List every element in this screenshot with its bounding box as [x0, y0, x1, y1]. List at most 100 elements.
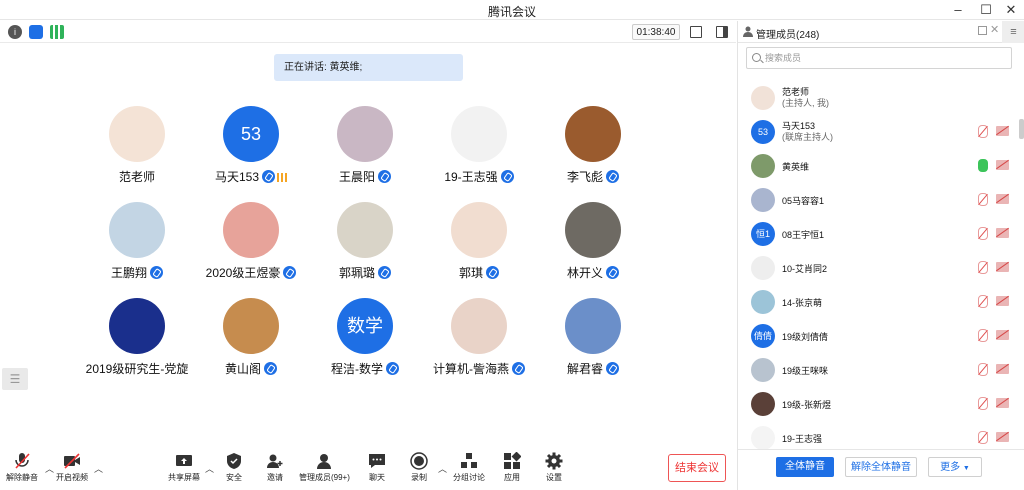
participant-name: 计算机-訾海燕: [433, 362, 509, 376]
members-panel-header: 管理成员(248) ✕ ≡: [738, 21, 1024, 43]
chevron-up-icon[interactable]: ︿: [94, 462, 103, 475]
participant-name: 2019级研究生-党旋: [85, 362, 189, 376]
camera-off-icon[interactable]: [996, 194, 1009, 204]
mic-off-icon[interactable]: [978, 397, 988, 410]
avatar: [751, 290, 775, 314]
participant-tile[interactable]: 李飞彪: [518, 106, 668, 196]
video-grid: 正在讲话: 黄英维; 范老师 53 马天153 王晨阳 19-王志强 李飞彪 王…: [0, 44, 736, 448]
mic-icon: [378, 170, 391, 183]
participant-name: 王晨阳: [338, 170, 375, 184]
member-row[interactable]: 黄英维: [738, 149, 1024, 183]
mic-off-icon[interactable]: [978, 295, 988, 308]
avatar: [751, 358, 775, 382]
network-signal-icon[interactable]: [50, 25, 64, 39]
meeting-info-bar: i 01:38:40: [0, 21, 736, 43]
avatar: [751, 188, 775, 212]
settings-button[interactable]: 设置: [545, 452, 563, 483]
member-row[interactable]: 范老师 (主持人, 我): [738, 81, 1024, 115]
mute-all-button[interactable]: 全体静音: [776, 457, 834, 477]
layout-sidebar-icon[interactable]: [716, 26, 728, 38]
shield-icon[interactable]: [29, 25, 43, 39]
participant-name: 郭珮璐: [338, 266, 375, 280]
member-name: 黄英维: [782, 162, 810, 172]
camera-off-icon[interactable]: [996, 296, 1009, 306]
participant-name: 程洁-数学: [331, 362, 383, 376]
chevron-up-icon[interactable]: ︿: [205, 462, 214, 475]
mic-off-icon[interactable]: [978, 431, 988, 444]
member-row[interactable]: 倩倩 19级刘倩倩: [738, 319, 1024, 353]
avatar: [565, 202, 621, 258]
chat-button[interactable]: 聊天: [368, 452, 386, 483]
member-row[interactable]: 14-张京萌: [738, 285, 1024, 319]
camera-off-icon[interactable]: [996, 228, 1009, 238]
mic-off-icon[interactable]: [978, 363, 988, 376]
person-icon: [743, 26, 753, 37]
mic-off-icon[interactable]: [978, 193, 988, 206]
info-icon[interactable]: i: [8, 25, 22, 39]
minimize-icon[interactable]: –: [946, 1, 970, 19]
close-icon[interactable]: ✕: [990, 23, 999, 36]
avatar: [751, 154, 775, 178]
members-panel: 管理成员(248) ✕ ≡ 搜索成员 范老师 (主持人, 我) 53 马天153 (联席…: [737, 21, 1024, 490]
maximize-icon[interactable]: ☐: [974, 1, 998, 19]
chevron-up-icon[interactable]: ︿: [45, 462, 54, 475]
camera-off-icon[interactable]: [996, 262, 1009, 272]
unmute-all-button[interactable]: 解除全体静音: [845, 457, 917, 477]
participant-tile[interactable]: 林开义: [518, 202, 668, 292]
member-name: 05马容容1: [782, 196, 825, 206]
mic-off-icon[interactable]: [978, 125, 988, 138]
member-row[interactable]: 19级-张新煜: [738, 387, 1024, 421]
member-role: (主持人, 我): [782, 98, 829, 108]
mic-off-icon[interactable]: [978, 329, 988, 342]
camera-off-icon[interactable]: [996, 330, 1009, 340]
avatar: 倩倩: [751, 324, 775, 348]
participant-name: 李飞彪: [566, 170, 603, 184]
member-row[interactable]: 19级王咪咪: [738, 353, 1024, 387]
avatar: 恒1: [751, 222, 775, 246]
speaking-indicator: 正在讲话: 黄英维;: [274, 54, 463, 81]
member-name: 19级刘倩倩: [782, 332, 829, 342]
participant-tile[interactable]: 解君睿: [518, 298, 668, 388]
invite-button[interactable]: 邀请: [266, 452, 284, 483]
camera-off-icon[interactable]: [996, 432, 1009, 442]
camera-off-icon[interactable]: [996, 160, 1009, 170]
title-bar: 腾讯会议 – ☐ ✕: [0, 0, 1024, 20]
close-icon[interactable]: ✕: [999, 1, 1023, 19]
camera-off-icon: [63, 452, 81, 470]
avatar: [109, 298, 165, 354]
more-button[interactable]: 更多 ▼: [928, 457, 982, 477]
popout-icon[interactable]: [978, 26, 987, 35]
chevron-up-icon[interactable]: ︿: [438, 462, 447, 475]
start-video-button[interactable]: 开启视频: [56, 452, 88, 483]
share-screen-button[interactable]: 共享屏幕: [168, 452, 200, 483]
security-button[interactable]: 安全: [225, 452, 243, 483]
participant-name: 郭琪: [458, 266, 483, 280]
fullscreen-icon[interactable]: [690, 26, 702, 38]
mic-off-icon[interactable]: [978, 261, 988, 274]
mic-off-icon: [13, 452, 31, 470]
member-row[interactable]: 05马容容1: [738, 183, 1024, 217]
search-input[interactable]: 搜索成员: [746, 47, 1012, 69]
menu-icon[interactable]: ≡: [1002, 21, 1024, 43]
camera-off-icon[interactable]: [996, 364, 1009, 374]
member-row[interactable]: 53 马天153 (联席主持人): [738, 115, 1024, 149]
unmute-button[interactable]: 解除静音: [6, 452, 38, 483]
mic-icon[interactable]: [978, 159, 988, 172]
apps-button[interactable]: 应用: [503, 451, 522, 483]
end-meeting-button[interactable]: 结束会议: [668, 454, 726, 482]
member-row[interactable]: 恒1 08王宇恒1: [738, 217, 1024, 251]
manage-members-button[interactable]: 管理成员(99+): [299, 452, 350, 483]
mic-icon: [386, 362, 399, 375]
member-name: 19级-张新煜: [782, 400, 832, 410]
menu-icon[interactable]: ☰: [2, 368, 28, 390]
record-button[interactable]: 录制: [410, 452, 428, 483]
member-row[interactable]: 10-艾肖同2: [738, 251, 1024, 285]
breakout-button[interactable]: 分组讨论: [453, 452, 485, 483]
avatar: [451, 298, 507, 354]
camera-off-icon[interactable]: [996, 126, 1009, 136]
member-name: 08王宇恒1: [782, 230, 825, 240]
camera-off-icon[interactable]: [996, 398, 1009, 408]
mic-off-icon[interactable]: [978, 227, 988, 240]
member-name: 19级王咪咪: [782, 366, 829, 376]
avatar: 53: [223, 106, 279, 162]
